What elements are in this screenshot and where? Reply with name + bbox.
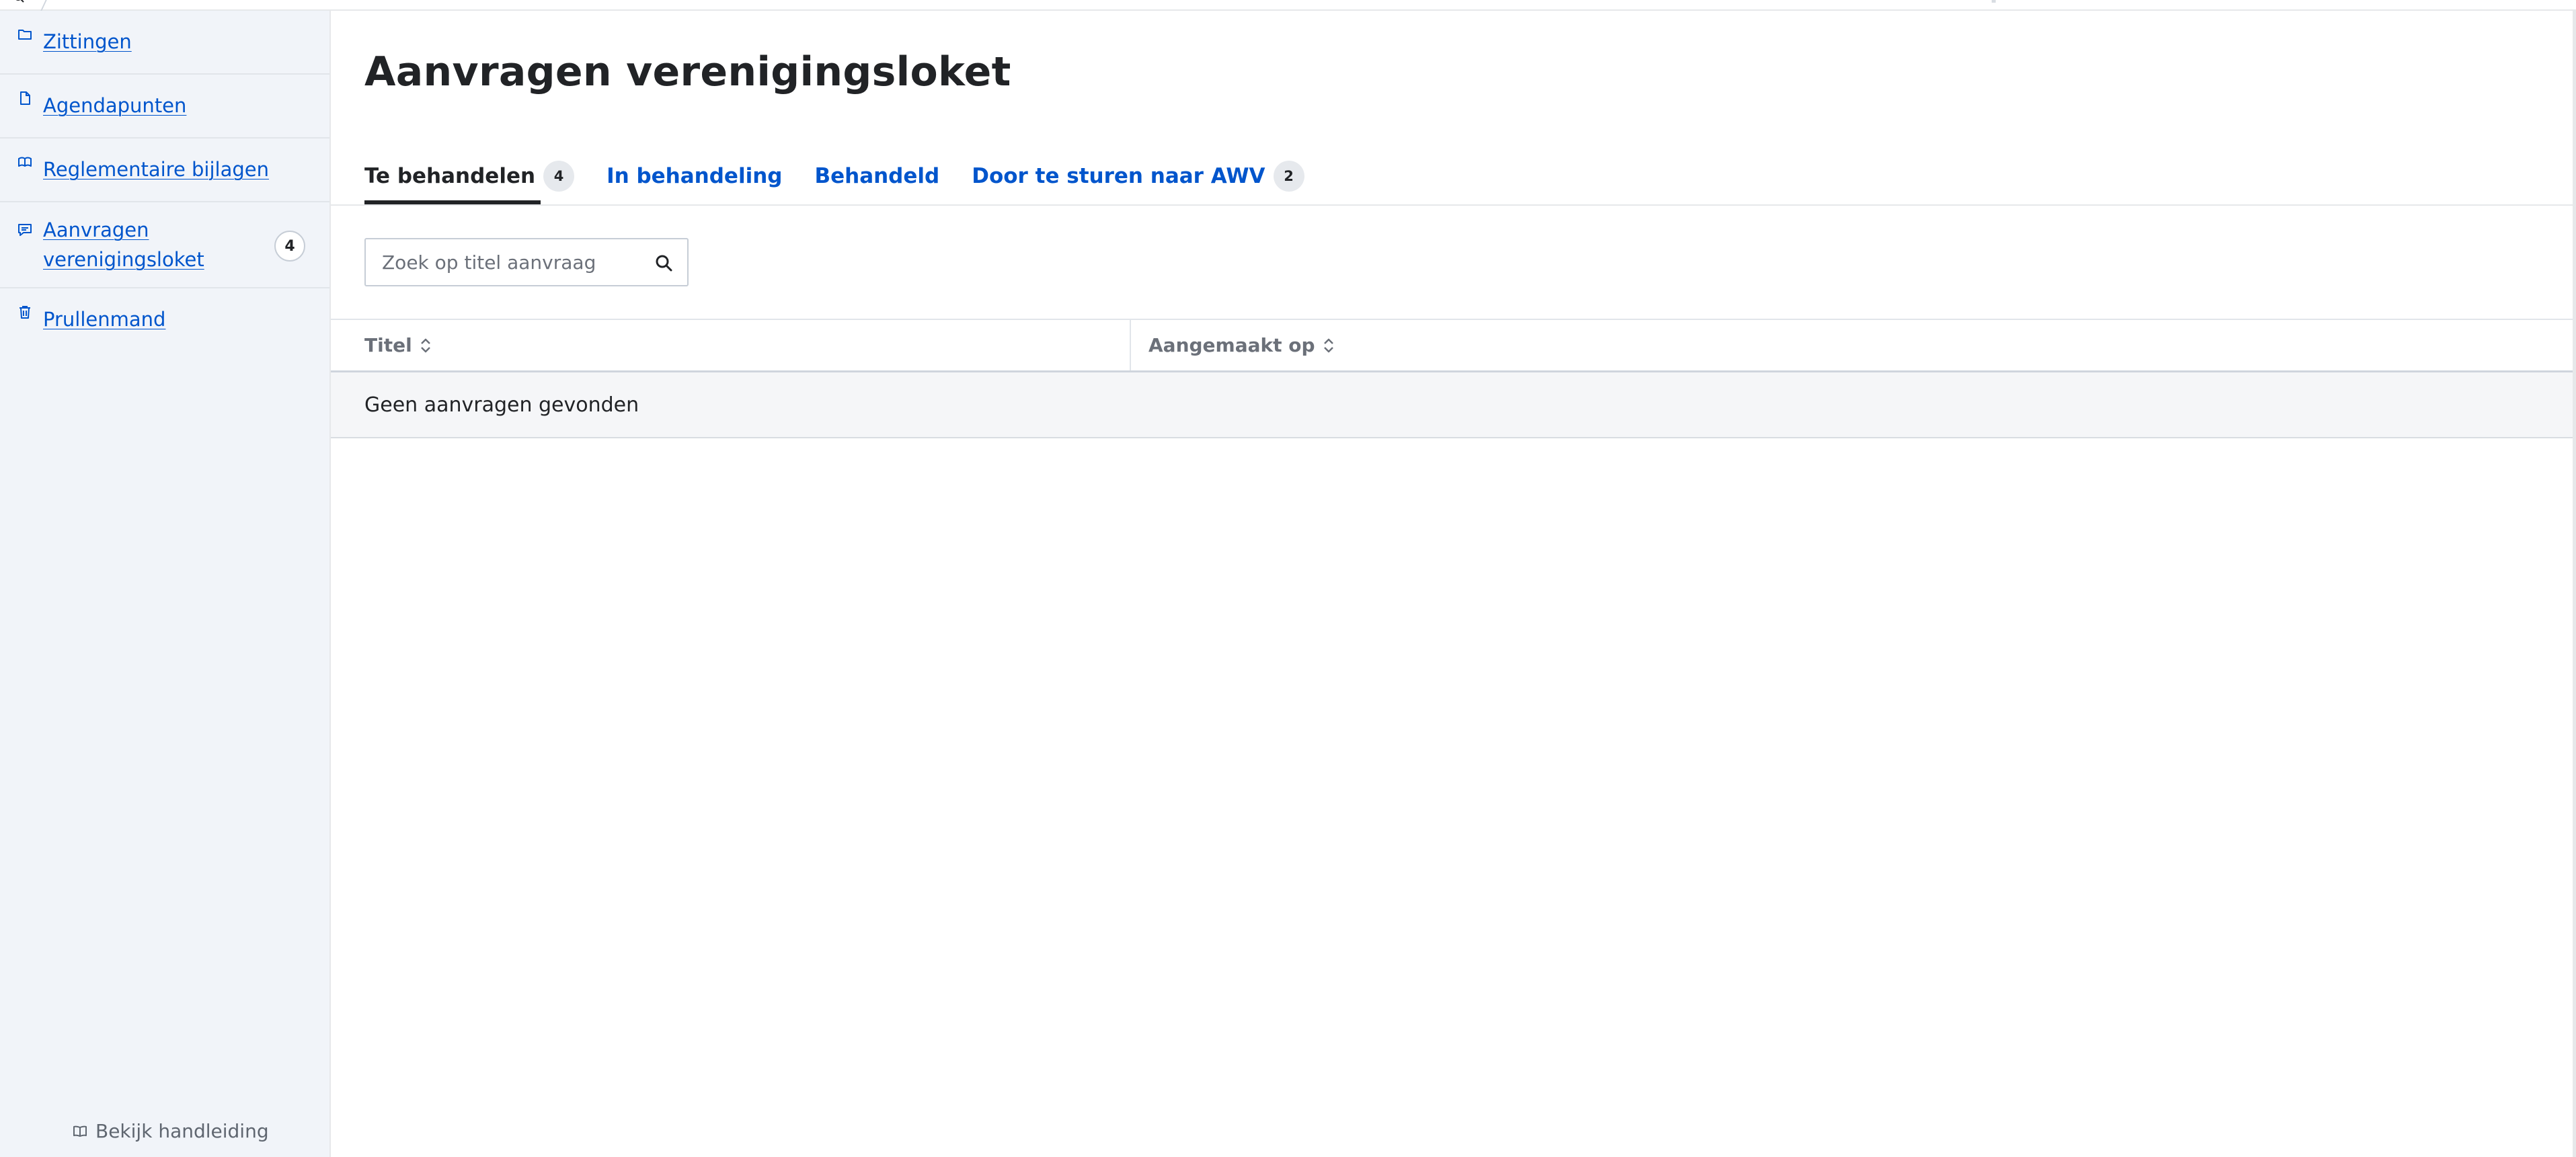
column-header-titel[interactable]: Titel	[331, 320, 1131, 370]
divider	[331, 204, 2576, 206]
count-badge: 4	[274, 231, 305, 262]
scrollbar[interactable]	[2573, 11, 2576, 1157]
message-icon	[17, 223, 32, 237]
tab-in-behandeling[interactable]: In behandeling	[607, 157, 782, 195]
column-header-aangemaakt-op[interactable]: Aangemaakt op	[1131, 320, 1335, 370]
folder-icon	[17, 27, 32, 42]
column-header-label: Aangemaakt op	[1148, 334, 1315, 356]
search-icon[interactable]	[654, 253, 674, 273]
sidebar-item-reglementaire-bijlagen[interactable]: Reglementaire bijlagen	[0, 138, 329, 202]
bin-icon	[17, 305, 32, 319]
tab-label: Behandeld	[814, 164, 940, 188]
manual-link-label: Bekijk handleiding	[95, 1120, 269, 1142]
tab-bar: Te behandelen 4 In behandeling Behandeld…	[364, 157, 1337, 195]
tab-behandeld[interactable]: Behandeld	[814, 157, 939, 195]
tab-te-behandelen[interactable]: Te behandelen 4	[364, 157, 575, 195]
table-header: Titel Aangemaakt op	[331, 319, 2576, 372]
empty-state-row: Geen aanvragen gevonden	[331, 372, 2576, 438]
search-input[interactable]	[366, 239, 644, 285]
page-title: Aanvragen verenigingsloket	[364, 48, 1011, 95]
tab-label: In behandeling	[607, 164, 783, 188]
tab-label: Door te sturen naar AWV	[972, 164, 1265, 188]
requests-table: Titel Aangemaakt op Geen aanvragen gevon…	[331, 319, 2576, 438]
document-icon	[17, 91, 32, 106]
manual-link[interactable]: Bekijk handleiding	[73, 1120, 269, 1142]
count-badge: 4	[543, 161, 575, 192]
sidebar-item-aanvragen-verenigingsloket[interactable]: Aanvragen verenigingsloket 4	[0, 202, 329, 288]
search-field	[364, 238, 689, 286]
book-icon	[73, 1125, 87, 1138]
count-badge: 2	[1273, 161, 1304, 192]
divider	[1992, 0, 1996, 3]
column-header-label: Titel	[364, 334, 412, 356]
sidebar-item-agendapunten[interactable]: Agendapunten	[0, 75, 329, 138]
sidebar-item-prullenmand[interactable]: Prullenmand	[0, 288, 329, 352]
divider	[40, 0, 47, 11]
sidebar-item-label: Zittingen	[43, 30, 132, 53]
tab-door-te-sturen-naar-awv[interactable]: Door te sturen naar AWV 2	[972, 157, 1304, 195]
sidebar-item-zittingen[interactable]: Zittingen	[0, 11, 329, 75]
sort-icon[interactable]	[1322, 337, 1335, 354]
sidebar-item-label: Prullenmand	[43, 308, 166, 331]
sidebar: Zittingen Agendapunten Reglementaire bij…	[0, 11, 331, 1157]
main-content: Aanvragen verenigingsloket Te behandelen…	[331, 11, 2576, 1157]
sidebar-item-label: Agendapunten	[43, 94, 187, 117]
sidebar-item-label: Reglementaire bijlagen	[43, 158, 269, 181]
search-icon[interactable]	[13, 0, 24, 3]
top-bar	[0, 0, 2576, 11]
sidebar-item-label: Aanvragen verenigingsloket	[43, 218, 204, 271]
sort-icon[interactable]	[419, 337, 432, 354]
tab-label: Te behandelen	[364, 164, 536, 188]
books-icon	[17, 155, 32, 169]
